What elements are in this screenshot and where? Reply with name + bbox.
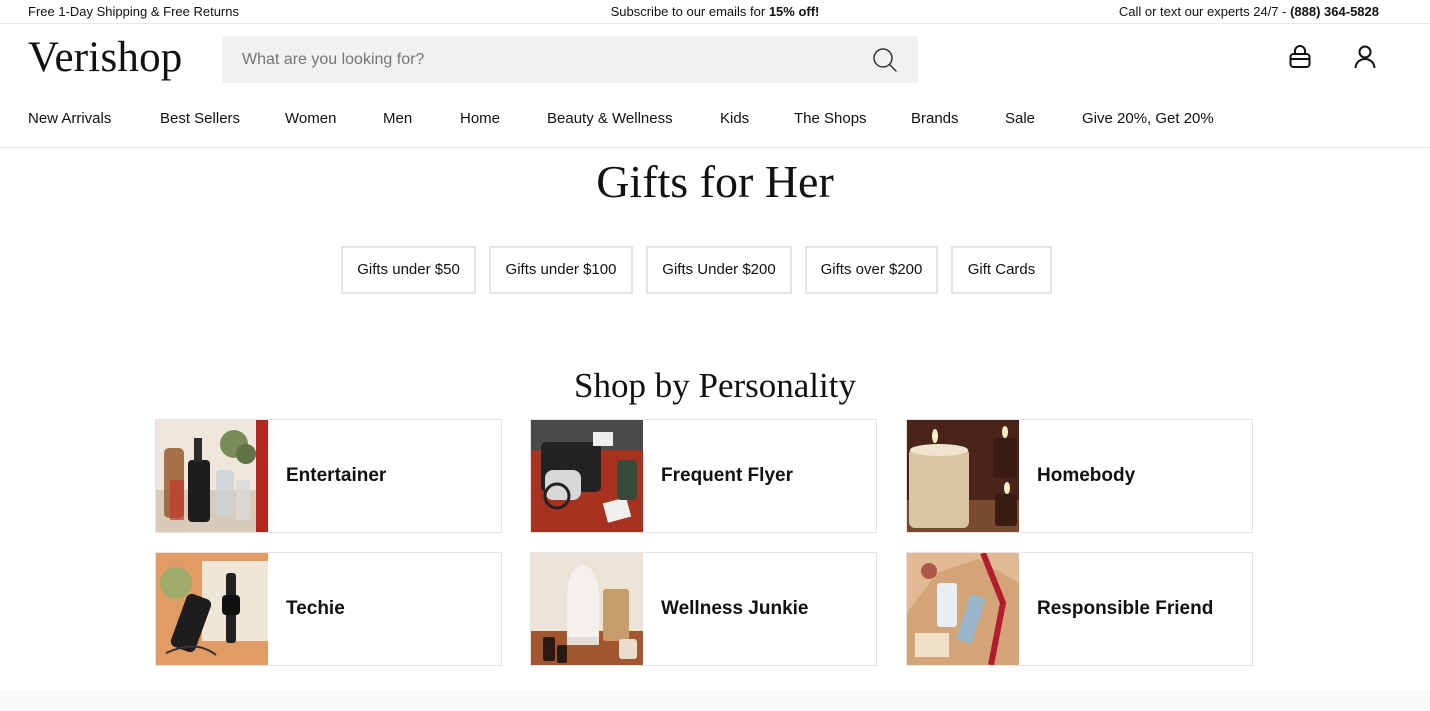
filter-under-200[interactable]: Gifts Under $200 (646, 246, 792, 294)
footer-strip (0, 690, 1430, 711)
search-input[interactable] (222, 36, 862, 83)
contact-text: Call or text our experts 24/7 - (1118, 4, 1291, 19)
nav-women[interactable]: Women (285, 110, 336, 127)
entertainer-image (156, 420, 268, 532)
nav-give-get[interactable]: Give 20%, Get 20% (1082, 110, 1214, 127)
personality-label: Homebody (1037, 465, 1136, 486)
bag-icon[interactable] (1287, 44, 1313, 70)
subscribe-text: Subscribe to our emails for (610, 4, 769, 19)
personality-card-homebody[interactable]: Homebody (906, 419, 1253, 533)
filter-over-200[interactable]: Gifts over $200 (805, 246, 938, 294)
personality-label: Responsible Friend (1037, 598, 1214, 619)
personality-label: Entertainer (286, 465, 387, 486)
page-title: Gifts for Her (596, 156, 834, 207)
phone-number[interactable]: (888) 364-5828 (1290, 4, 1379, 19)
homebody-image (907, 420, 1019, 532)
subscribe-discount: 15% off! (768, 4, 820, 19)
nav-the-shops[interactable]: The Shops (794, 110, 867, 127)
shipping-promo: Free 1-Day Shipping & Free Returns (28, 4, 239, 19)
responsible-friend-image (907, 553, 1019, 665)
promo-bar: Free 1-Day Shipping & Free Returns Subsc… (0, 0, 1430, 24)
wellness-junkie-image (531, 553, 643, 665)
user-icon[interactable] (1352, 44, 1378, 70)
personality-label: Wellness Junkie (661, 598, 809, 619)
section-title: Shop by Personality (574, 366, 856, 405)
nav-kids[interactable]: Kids (720, 110, 749, 127)
personality-card-techie[interactable]: Techie (155, 552, 502, 666)
personality-card-responsible-friend[interactable]: Responsible Friend (906, 552, 1253, 666)
verishop-logo[interactable]: Verishop (28, 33, 182, 82)
personality-card-wellness-junkie[interactable]: Wellness Junkie (530, 552, 877, 666)
nav-best-sellers[interactable]: Best Sellers (160, 110, 240, 127)
nav-new-arrivals[interactable]: New Arrivals (28, 110, 111, 127)
frequent-flyer-image (531, 420, 643, 532)
filter-gift-cards[interactable]: Gift Cards (951, 246, 1052, 294)
contact-promo: Call or text our experts 24/7 - (888) 36… (1119, 4, 1379, 19)
nav-men[interactable]: Men (383, 110, 412, 127)
personality-label: Frequent Flyer (661, 465, 793, 486)
search-bar (222, 36, 918, 83)
personality-card-entertainer[interactable]: Entertainer (155, 419, 502, 533)
search-icon[interactable] (872, 47, 898, 73)
nav-sale[interactable]: Sale (1005, 110, 1035, 127)
nav-brands[interactable]: Brands (911, 110, 959, 127)
personality-label: Techie (286, 598, 345, 619)
techie-image (156, 553, 268, 665)
nav-home[interactable]: Home (460, 110, 500, 127)
nav-beauty-wellness[interactable]: Beauty & Wellness (547, 110, 673, 127)
filter-under-100[interactable]: Gifts under $100 (489, 246, 633, 294)
filter-under-50[interactable]: Gifts under $50 (341, 246, 476, 294)
personality-card-frequent-flyer[interactable]: Frequent Flyer (530, 419, 877, 533)
main-nav: New Arrivals Best Sellers Women Men Home… (0, 100, 1430, 148)
